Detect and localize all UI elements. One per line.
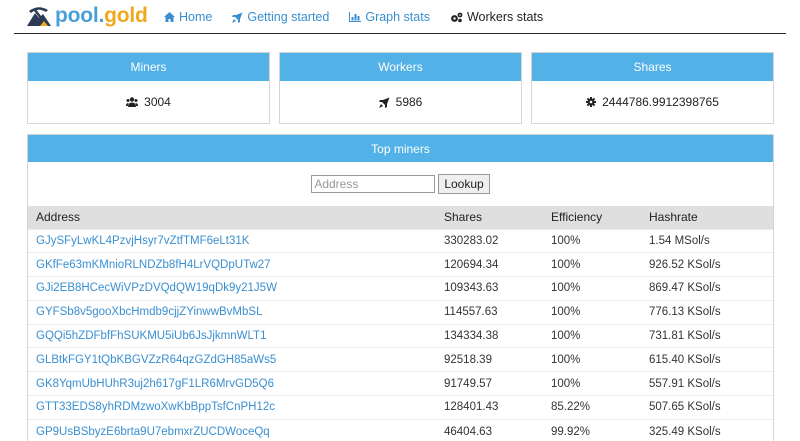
miner-address-link[interactable]: GKfFe63mKMnioRLNDZb8fH4LrVQDpUTw27 [28, 253, 436, 277]
miner-shares: 92518.39 [444, 353, 492, 366]
miner-efficiency: 99.92% [551, 425, 591, 438]
home-icon [164, 12, 175, 22]
miner-shares: 128401.43 [444, 401, 499, 414]
pickaxe-logo-icon [27, 7, 51, 26]
miner-address-link[interactable]: GK8YqmUbHUhR3uj2h617gF1LR6MrvGD5Q6 [28, 372, 436, 396]
miners-count: 3004 [144, 95, 171, 109]
miner-address-link[interactable]: GTT33EDS8yhRDMzwoXwKbBppTsfCnPH12c [28, 396, 436, 420]
miner-efficiency: 100% [551, 330, 581, 343]
table-header-row: Address Shares Efficiency Hashrate [28, 206, 773, 229]
miner-efficiency: 100% [551, 258, 581, 271]
workers-card-body: 5986 [280, 81, 521, 123]
nav-workers-stats[interactable]: Workers stats [450, 8, 543, 26]
gears-icon [451, 12, 463, 22]
miner-address-link[interactable]: GYFSb8v5gooXbcHmdb9cjjZYinwwBvMbSL [28, 300, 436, 324]
navbar-divider [14, 33, 786, 34]
shares-card: Shares 2444786.9912398765 [531, 52, 774, 124]
top-miners-title: Top miners [28, 135, 773, 162]
miner-shares: 46404.63 [444, 425, 492, 438]
miner-shares: 109343.63 [444, 282, 499, 295]
miner-shares: 91749.57 [444, 377, 492, 390]
column-header-shares[interactable]: Shares [436, 206, 543, 229]
address-search-input[interactable] [311, 175, 436, 193]
miner-address-link[interactable]: GP9UsBSbyzE6brta9U7ebmxrZUCDWoceQq [28, 419, 436, 441]
table-row: GLBtkFGY1tQbKBGVZzR64qzGZdGH85aWs5 92518… [28, 347, 773, 372]
bar-chart-icon [349, 12, 362, 22]
address-search: Lookup [28, 162, 773, 206]
brand-logo[interactable]: pool.gold [26, 4, 148, 28]
table-row: GQQi5hZDFbfFhSUKMU5iUb6JsJjkmnWLT1 13433… [28, 324, 773, 348]
table-row: GTT33EDS8yhRDMzwoXwKbBppTsfCnPH12c 12840… [28, 395, 773, 420]
miners-card-title: Miners [28, 53, 269, 81]
miner-hashrate: 731.81 KSol/s [649, 330, 721, 343]
miner-hashrate: 507.65 KSol/s [649, 401, 721, 414]
miner-hashrate: 325.49 KSol/s [649, 425, 721, 438]
nav-workers-stats-label: Workers stats [466, 10, 544, 24]
users-icon [126, 97, 139, 107]
nav-getting-started[interactable]: Getting started [232, 8, 329, 26]
top-miners-panel: Top miners Lookup Address Shares Efficie… [27, 134, 774, 441]
navbar: pool.gold Home Getting started Graph sta… [0, 0, 800, 34]
workers-card-title: Workers [280, 53, 521, 81]
miner-shares: 134334.38 [444, 330, 499, 343]
nav-graph-stats-label: Graph stats [365, 10, 430, 24]
miner-address-link[interactable]: GJi2EB8HCecWiVPzDVQdQW19qDk9y21J5W [28, 277, 436, 301]
table-row: GKfFe63mKMnioRLNDZb8fH4LrVQDpUTw27 12069… [28, 252, 773, 277]
column-header-efficiency[interactable]: Efficiency [543, 206, 641, 229]
lookup-button[interactable]: Lookup [438, 174, 490, 194]
miners-card-body: 3004 [28, 81, 269, 123]
miner-shares: 120694.34 [444, 258, 499, 271]
gear-icon [586, 97, 597, 107]
miner-efficiency: 100% [551, 282, 581, 295]
workers-count: 5986 [395, 95, 423, 109]
table-row: GP9UsBSbyzE6brta9U7ebmxrZUCDWoceQq 46404… [28, 419, 773, 441]
table-row: GJi2EB8HCecWiVPzDVQdQW19qDk9y21J5W 10934… [28, 276, 773, 301]
shares-card-body: 2444786.9912398765 [532, 81, 773, 123]
miner-hashrate: 557.91 KSol/s [649, 377, 721, 390]
miner-hashrate: 1.54 MSol/s [649, 234, 710, 247]
main-nav: Home Getting started Graph stats Workers… [164, 8, 563, 26]
miner-efficiency: 100% [551, 377, 581, 390]
nav-graph-stats[interactable]: Graph stats [349, 8, 430, 26]
brand-name-prefix: pool [55, 4, 99, 27]
miner-efficiency: 100% [551, 353, 581, 366]
table-row: GYFSb8v5gooXbcHmdb9cjjZYinwwBvMbSL 11455… [28, 300, 773, 324]
miner-hashrate: 615.40 KSol/s [649, 353, 721, 366]
shares-card-title: Shares [532, 53, 773, 81]
brand-name-suffix: gold [104, 4, 148, 27]
miner-hashrate: 776.13 KSol/s [649, 306, 721, 319]
column-header-address[interactable]: Address [28, 206, 436, 229]
miner-address-link[interactable]: GQQi5hZDFbfFhSUKMU5iUb6JsJjkmnWLT1 [28, 324, 436, 348]
miner-efficiency: 85.22% [551, 401, 591, 414]
top-miners-rows: GJySFyLwKL4PzvjHsyr7vZtfTMF6eLt31K 33028… [28, 229, 773, 441]
miner-efficiency: 100% [551, 306, 581, 319]
rocket-icon [232, 12, 243, 23]
miner-shares: 114557.63 [444, 306, 498, 319]
rocket-icon [378, 97, 390, 108]
table-row: GK8YqmUbHUhR3uj2h617gF1LR6MrvGD5Q6 91749… [28, 371, 773, 396]
miner-address-link[interactable]: GJySFyLwKL4PzvjHsyr7vZtfTMF6eLt31K [28, 229, 436, 253]
miner-hashrate: 869.47 KSol/s [649, 282, 721, 295]
miner-shares: 330283.02 [444, 234, 499, 247]
nav-getting-started-label: Getting started [247, 10, 330, 24]
nav-home[interactable]: Home [164, 8, 212, 26]
table-row: GJySFyLwKL4PzvjHsyr7vZtfTMF6eLt31K 33028… [28, 229, 773, 253]
column-header-hashrate[interactable]: Hashrate [641, 206, 773, 229]
workers-card: Workers 5986 [279, 52, 522, 124]
brand-name: pool.gold [55, 4, 148, 28]
top-miners-table: Address Shares Efficiency Hashrate GJySF… [28, 206, 773, 441]
miner-address-link[interactable]: GLBtkFGY1tQbKBGVZzR64qzGZdGH85aWs5 [28, 348, 436, 372]
miner-efficiency: 100% [551, 234, 581, 247]
nav-home-label: Home [179, 10, 213, 24]
miner-hashrate: 926.52 KSol/s [649, 258, 721, 271]
shares-count: 2444786.9912398765 [602, 95, 719, 109]
miners-card: Miners 3004 [27, 52, 270, 124]
